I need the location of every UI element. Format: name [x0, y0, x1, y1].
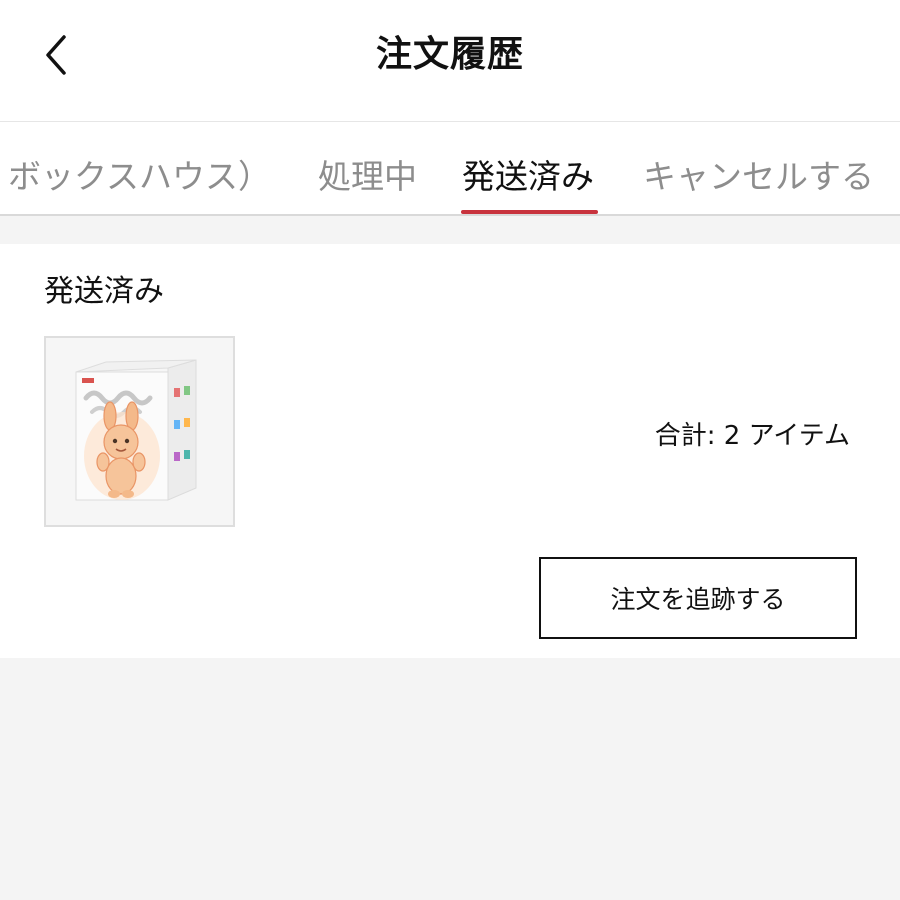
order-total-items: 合計: 2 アイテム	[654, 421, 850, 451]
track-order-button[interactable]: 注文を追跡する	[539, 557, 857, 639]
active-tab-indicator	[461, 210, 598, 214]
page-title: 注文履歴	[375, 34, 524, 75]
tab-shipped[interactable]: 発送済み	[462, 122, 594, 214]
tab-box-house[interactable]: ボックスハウス）	[8, 122, 271, 214]
order-status-label: 発送済み	[44, 274, 164, 309]
product-thumbnail[interactable]	[44, 336, 235, 527]
header: 注文履歴	[0, 0, 900, 122]
tab-processing[interactable]: 処理中	[318, 122, 417, 214]
tab-cancelled[interactable]: キャンセルする	[643, 122, 874, 214]
order-status-tabs: ボックスハウス） 処理中 発送済み キャンセルする	[0, 122, 900, 216]
order-card[interactable]: 発送済み 合計: 2 アイテム 注文を追跡する	[0, 244, 900, 658]
blind-box-product-image	[46, 338, 233, 525]
